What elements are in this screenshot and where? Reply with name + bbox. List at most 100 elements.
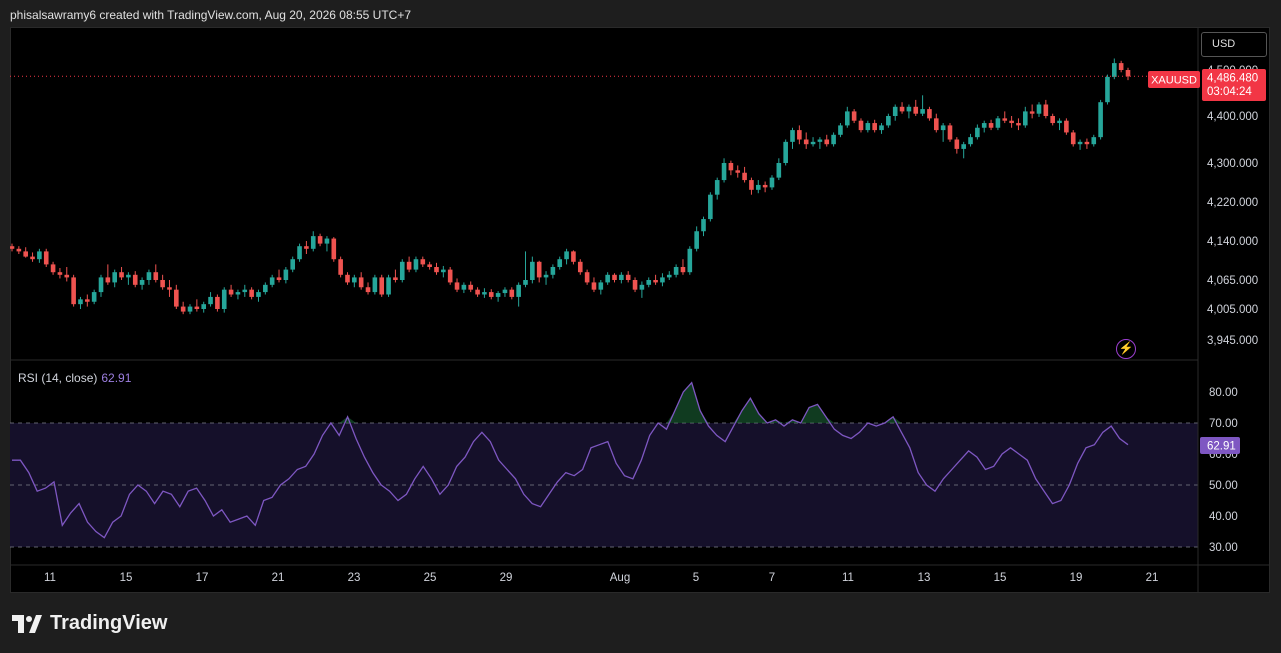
candle[interactable]	[584, 269, 590, 285]
candle[interactable]	[947, 123, 953, 142]
candle[interactable]	[187, 304, 193, 315]
candle[interactable]	[749, 177, 754, 195]
candle[interactable]	[468, 281, 474, 293]
candle[interactable]	[488, 289, 494, 300]
candle[interactable]	[892, 104, 898, 121]
candle[interactable]	[1125, 67, 1131, 81]
candle[interactable]	[803, 132, 809, 149]
candle[interactable]	[817, 137, 823, 149]
candle[interactable]	[276, 269, 282, 283]
candle[interactable]	[530, 256, 535, 284]
candle[interactable]	[988, 119, 994, 131]
candle[interactable]	[646, 277, 652, 288]
candle[interactable]	[550, 264, 556, 279]
candle[interactable]	[126, 272, 131, 285]
candle[interactable]	[441, 265, 446, 278]
candle[interactable]	[981, 120, 987, 133]
candle[interactable]	[345, 272, 350, 285]
chart-canvas[interactable]: 4,500.0004,400.0004,300.0004,220.0004,14…	[10, 27, 1270, 593]
candle[interactable]	[23, 247, 28, 258]
candle[interactable]	[132, 271, 138, 288]
candle[interactable]	[680, 259, 686, 275]
candle[interactable]	[85, 294, 90, 307]
candle[interactable]	[769, 175, 775, 190]
candle[interactable]	[105, 264, 111, 285]
candle[interactable]	[673, 264, 679, 278]
candle[interactable]	[57, 268, 63, 279]
candle[interactable]	[352, 274, 357, 288]
candle[interactable]	[413, 256, 419, 273]
candle[interactable]	[872, 119, 877, 133]
candle[interactable]	[543, 271, 549, 285]
candle[interactable]	[304, 241, 309, 254]
candle[interactable]	[379, 274, 385, 297]
candle[interactable]	[1105, 74, 1110, 105]
lightning-bolt-icon[interactable]: ⚡	[1116, 339, 1136, 359]
candle[interactable]	[968, 133, 973, 147]
candle[interactable]	[940, 123, 946, 142]
candle[interactable]	[639, 281, 645, 298]
candle[interactable]	[50, 261, 56, 275]
candle[interactable]	[831, 132, 836, 147]
candle[interactable]	[324, 236, 330, 252]
candle[interactable]	[790, 127, 795, 149]
candle[interactable]	[502, 287, 508, 297]
candle[interactable]	[43, 248, 49, 267]
candle[interactable]	[714, 177, 720, 200]
candle[interactable]	[283, 267, 289, 284]
candle[interactable]	[475, 287, 480, 297]
candle[interactable]	[310, 231, 316, 252]
candle[interactable]	[701, 216, 706, 237]
candle[interactable]	[420, 256, 426, 267]
tradingview-logo[interactable]: TradingView	[12, 612, 167, 635]
candle[interactable]	[153, 264, 159, 283]
candle[interactable]	[399, 259, 405, 283]
candle[interactable]	[365, 282, 371, 295]
candle[interactable]	[742, 166, 747, 183]
candle[interactable]	[242, 284, 248, 297]
candle[interactable]	[427, 261, 432, 270]
candle[interactable]	[933, 113, 939, 133]
candle[interactable]	[146, 269, 152, 285]
candle[interactable]	[961, 141, 966, 159]
candle[interactable]	[913, 99, 919, 116]
candle[interactable]	[619, 272, 624, 284]
candle[interactable]	[536, 260, 542, 283]
candle[interactable]	[844, 106, 850, 128]
candle[interactable]	[666, 271, 672, 280]
candle[interactable]	[810, 137, 816, 147]
candle[interactable]	[899, 102, 905, 114]
candle[interactable]	[37, 248, 42, 263]
candle[interactable]	[865, 120, 871, 133]
candle[interactable]	[386, 274, 391, 297]
candle[interactable]	[653, 274, 658, 285]
candle[interactable]	[338, 256, 343, 278]
candle[interactable]	[591, 277, 597, 293]
candle[interactable]	[215, 294, 220, 312]
candle[interactable]	[119, 267, 124, 280]
candle[interactable]	[139, 277, 145, 290]
candle[interactable]	[776, 158, 782, 181]
candle[interactable]	[954, 137, 960, 154]
candle[interactable]	[78, 296, 83, 309]
candle[interactable]	[461, 282, 467, 294]
candle[interactable]	[98, 274, 104, 297]
candle[interactable]	[406, 256, 412, 273]
candle[interactable]	[358, 272, 364, 290]
candle[interactable]	[824, 134, 830, 147]
candle[interactable]	[221, 287, 227, 313]
candle[interactable]	[10, 243, 15, 252]
candle[interactable]	[755, 180, 761, 194]
candle[interactable]	[317, 233, 323, 247]
candle[interactable]	[783, 139, 788, 166]
candle[interactable]	[1029, 104, 1035, 119]
candle[interactable]	[1118, 60, 1124, 73]
candle[interactable]	[920, 95, 925, 116]
candle[interactable]	[995, 116, 1001, 131]
candle[interactable]	[927, 106, 932, 121]
candle[interactable]	[557, 256, 563, 270]
candle[interactable]	[1002, 111, 1008, 124]
candle[interactable]	[269, 274, 275, 288]
candle[interactable]	[516, 282, 521, 307]
candle[interactable]	[194, 299, 200, 312]
